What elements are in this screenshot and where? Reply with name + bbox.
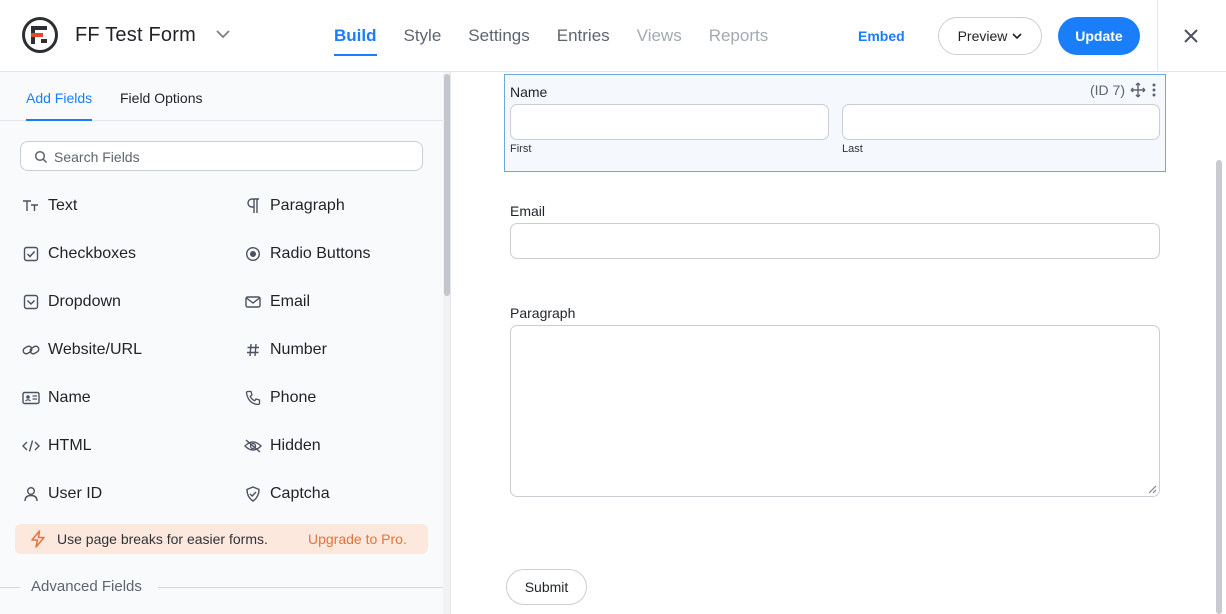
field-button-user-id[interactable]: User ID (22, 479, 102, 509)
field-label: Hidden (270, 437, 321, 454)
divider-line (0, 587, 20, 588)
field-label: Checkboxes (48, 245, 137, 262)
field-label: User ID (48, 485, 103, 502)
field-button-html[interactable]: HTML (22, 431, 92, 461)
field-button-radio-buttons[interactable]: Radio Buttons (244, 239, 371, 269)
field-label: Radio Buttons (270, 245, 371, 262)
name-field-block[interactable]: Name (ID 7) First Last (504, 74, 1166, 172)
id-card-icon (22, 389, 40, 407)
form-title[interactable]: FF Test Form (75, 24, 196, 47)
checkbox-icon (22, 245, 40, 263)
advanced-fields-label: Advanced Fields (31, 578, 142, 595)
first-name-sublabel: First (510, 143, 532, 155)
update-button[interactable]: Update (1058, 17, 1140, 55)
field-label: Website/URL (48, 341, 142, 358)
field-label: Text (48, 197, 78, 214)
phone-icon (244, 389, 262, 407)
search-icon (34, 150, 48, 164)
sidebar-tabs: Add Fields Field Options (0, 72, 443, 121)
field-label: HTML (48, 437, 92, 454)
top-header: FF Test Form Build Style Settings Entrie… (0, 0, 1226, 72)
field-label: Phone (270, 389, 317, 406)
email-field-label: Email (510, 203, 546, 219)
header-divider (1157, 0, 1158, 72)
chevron-down-icon (1012, 33, 1022, 40)
tab-reports[interactable]: Reports (709, 26, 769, 54)
upgrade-promo-banner: Use page breaks for easier forms. Upgrad… (15, 524, 428, 554)
form-canvas: Name (ID 7) First Last Email Paragraph S… (452, 72, 1226, 614)
user-icon (22, 485, 40, 503)
canvas-scrollbar[interactable] (1216, 160, 1222, 614)
code-icon (22, 437, 40, 455)
first-name-input[interactable] (510, 104, 829, 140)
field-meta: (ID 7) (1090, 82, 1157, 98)
close-icon[interactable] (1183, 28, 1199, 44)
submit-button[interactable]: Submit (506, 569, 587, 605)
field-button-email[interactable]: Email (244, 287, 310, 317)
more-vertical-icon[interactable] (1151, 82, 1157, 98)
promo-text: Use page breaks for easier forms. (57, 531, 268, 547)
tab-field-options[interactable]: Field Options (120, 90, 202, 106)
field-button-website-url[interactable]: Website/URL (22, 335, 142, 365)
field-button-number[interactable]: Number (244, 335, 327, 365)
chevron-down-icon[interactable] (215, 28, 231, 40)
field-button-phone[interactable]: Phone (244, 383, 316, 413)
tab-add-fields[interactable]: Add Fields (26, 90, 93, 121)
field-id-label: (ID 7) (1090, 82, 1125, 98)
sidebar-scrollbar[interactable] (443, 72, 450, 614)
field-button-dropdown[interactable]: Dropdown (22, 287, 121, 317)
fluent-forms-logo[interactable] (22, 17, 58, 53)
field-button-captcha[interactable]: Captcha (244, 479, 330, 509)
divider-line (158, 587, 443, 588)
link-icon (22, 341, 40, 359)
upgrade-link[interactable]: Upgrade to Pro. (308, 531, 407, 547)
paragraph-textarea[interactable] (510, 325, 1160, 497)
preview-button[interactable]: Preview (938, 17, 1042, 55)
fields-sidebar: Add Fields Field Options Text Paragraph … (0, 72, 451, 614)
hash-icon (244, 341, 262, 359)
search-fields (20, 141, 423, 171)
search-input[interactable] (54, 147, 404, 167)
field-button-name[interactable]: Name (22, 383, 91, 413)
last-name-input[interactable] (842, 104, 1160, 140)
field-label: Number (270, 341, 327, 358)
tab-style[interactable]: Style (404, 26, 442, 54)
paragraph-icon (244, 197, 262, 215)
tab-build[interactable]: Build (334, 26, 377, 56)
field-label: Paragraph (270, 197, 345, 214)
radio-icon (244, 245, 262, 263)
field-button-checkboxes[interactable]: Checkboxes (22, 239, 136, 269)
field-label: Name (48, 389, 91, 406)
tab-settings[interactable]: Settings (468, 26, 529, 54)
main-nav-tabs: Build Style Settings Entries Views Repor… (334, 26, 795, 56)
field-label: Dropdown (48, 293, 121, 310)
eye-off-icon (244, 437, 262, 455)
advanced-fields-section[interactable]: Advanced Fields (0, 578, 443, 598)
last-name-sublabel: Last (842, 143, 863, 155)
embed-button[interactable]: Embed (858, 28, 905, 44)
email-icon (244, 293, 262, 311)
field-button-text[interactable]: Text (22, 191, 77, 221)
email-field-input[interactable] (510, 223, 1160, 259)
tab-views[interactable]: Views (637, 26, 682, 54)
name-field-label: Name (510, 84, 548, 100)
preview-label: Preview (957, 28, 1008, 44)
field-label: Email (270, 293, 311, 310)
tab-entries[interactable]: Entries (557, 26, 610, 54)
paragraph-field-label: Paragraph (510, 305, 576, 321)
shield-check-icon (244, 485, 262, 503)
lightning-icon (31, 530, 45, 548)
field-button-paragraph[interactable]: Paragraph (244, 191, 345, 221)
resize-grip-icon[interactable] (1147, 484, 1157, 494)
field-button-hidden[interactable]: Hidden (244, 431, 321, 461)
field-label: Captcha (270, 485, 330, 502)
dropdown-icon (22, 293, 40, 311)
move-icon[interactable] (1130, 82, 1146, 98)
scrollbar-thumb[interactable] (444, 74, 450, 296)
text-icon (22, 197, 40, 215)
